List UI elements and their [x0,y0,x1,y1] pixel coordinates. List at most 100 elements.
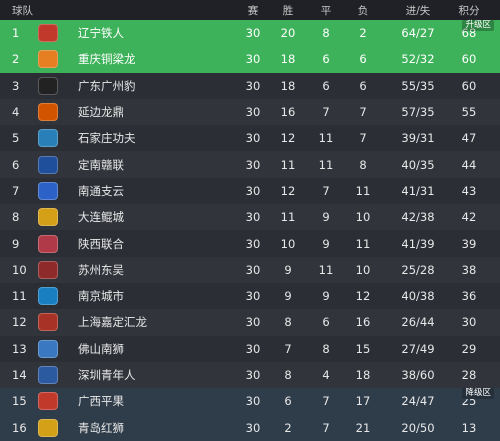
team-logo-icon [37,257,59,283]
club-crest-icon [38,103,58,122]
table-row[interactable]: 10 苏州东吴 30 9 11 10 25/28 38 [0,256,500,283]
drawn: 11 [318,262,334,277]
table-row[interactable]: 13 佛山南狮 30 7 8 15 27/49 29 [0,335,500,362]
table-row[interactable]: 14 深圳青年人 30 8 4 18 38/60 28 [0,361,500,389]
team-name[interactable]: 南通支云 [78,178,228,204]
standings-table: 球队 赛 胜 平 负 进/失 积分 1 辽宁铁人 30 20 8 2 64/27 6 8 升级区 2… [0,0,500,441]
played: 30 [245,262,261,277]
team-name[interactable]: 辽宁铁人 [78,20,228,46]
table-row[interactable]: 15 广西平果 30 6 7 17 24/47 25 降级区 [0,388,500,415]
rank: 9 [12,236,20,251]
club-crest-icon [38,155,58,174]
drawn: 7 [322,394,330,409]
points: 28 [461,368,477,382]
team-logo-icon [37,362,59,388]
team-logo-icon [37,20,59,46]
table-row[interactable]: 12 上海嘉定汇龙 30 8 6 16 26/44 30 [0,309,500,336]
goals: 52/32 [401,52,435,67]
zone-badge: 升级区 [462,20,494,31]
team-logo-icon [37,388,59,414]
table-row[interactable]: 5 石家庄功夫 30 12 11 7 39/31 47 [0,125,500,152]
points: 36 [461,289,477,304]
table-row[interactable]: 9 陕西联合 30 10 9 11 41/39 39 [0,230,500,257]
table-row[interactable]: 4 延边龙鼎 30 16 7 7 57/35 55 [0,98,500,126]
rank: 15 [12,394,27,409]
table-row[interactable]: 2 重庆铜梁龙 30 18 6 6 52/32 60 [0,46,500,73]
won: 11 [280,157,296,172]
team-name[interactable]: 广西平果 [78,388,228,414]
header-won: 胜 [282,4,294,17]
drawn: 7 [322,420,330,435]
won: 8 [284,315,292,330]
table-row[interactable]: 8 大连鲲城 30 11 9 10 42/38 42 [0,204,500,231]
drawn: 8 [322,26,330,41]
played: 30 [245,368,261,382]
header-lost: 负 [357,4,369,17]
club-crest-icon [38,181,58,200]
team-name[interactable]: 广东广州豹 [78,73,228,99]
lost: 12 [355,289,371,304]
lost: 8 [359,157,367,172]
team-name[interactable]: 青岛红狮 [78,414,228,440]
played: 30 [245,394,261,409]
table-row[interactable]: 16 青岛红狮 30 2 7 21 20/50 13 [0,414,500,441]
club-crest-icon [38,24,58,43]
club-crest-icon [38,313,58,332]
goals: 41/31 [401,183,435,198]
lost: 7 [359,105,367,120]
goals: 26/44 [401,315,435,330]
table-row[interactable]: 1 辽宁铁人 30 20 8 2 64/27 68 升级区 [0,20,500,47]
team-name[interactable]: 陕西联合 [78,230,228,256]
club-crest-icon [38,366,58,384]
team-name[interactable]: 重庆铜梁龙 [78,46,228,72]
table-row[interactable]: 11 南京城市 30 9 9 12 40/38 36 [0,282,500,310]
team-name[interactable]: 佛山南狮 [78,336,228,362]
team-name[interactable]: 南京城市 [78,283,228,309]
header-goals: 进/失 [405,4,431,17]
rank: 14 [12,368,27,382]
won: 9 [284,289,292,304]
team-name[interactable]: 石家庄功夫 [78,125,228,151]
points: 38 [461,262,477,277]
played: 30 [245,420,261,435]
lost: 11 [355,183,371,198]
team-name[interactable]: 深圳青年人 [78,362,228,388]
goals: 38/60 [401,368,435,382]
table-header: 球队 赛 胜 平 负 进/失 积分 [0,0,500,20]
team-logo-icon [37,125,59,151]
rank: 4 [12,105,20,120]
team-logo-icon [37,204,59,230]
team-name[interactable]: 上海嘉定汇龙 [78,309,228,335]
rank: 13 [12,341,27,356]
club-crest-icon [38,392,58,411]
team-name[interactable]: 定南赣联 [78,151,228,177]
team-name[interactable]: 延边龙鼎 [78,99,228,125]
team-name[interactable]: 苏州东吴 [78,257,228,283]
table-row[interactable]: 6 定南赣联 30 11 11 8 40/35 44 [0,151,500,178]
header-points: 积分 [458,4,480,17]
lost: 18 [355,368,371,382]
goals: 20/50 [401,420,435,435]
drawn: 6 [322,52,330,67]
table-row[interactable]: 7 南通支云 30 12 7 11 41/31 43 [0,177,500,205]
rank: 16 [12,420,27,435]
played: 30 [245,78,261,93]
won: 6 [284,394,292,409]
goals: 25/28 [401,262,435,277]
team-logo-icon [37,178,59,204]
rank: 6 [12,157,20,172]
points: 39 [461,236,477,251]
club-crest-icon [38,287,58,306]
team-name[interactable]: 大连鲲城 [78,204,228,230]
won: 20 [280,26,296,41]
played: 30 [245,341,261,356]
club-crest-icon [38,418,58,437]
table-row[interactable]: 3 广东广州豹 30 18 6 6 55/35 60 [0,72,500,99]
lost: 10 [355,210,371,225]
won: 12 [280,131,296,146]
rank: 10 [12,262,27,277]
rank: 7 [12,183,20,198]
won: 18 [280,52,296,67]
drawn: 7 [322,105,330,120]
goals: 24/47 [401,394,435,409]
